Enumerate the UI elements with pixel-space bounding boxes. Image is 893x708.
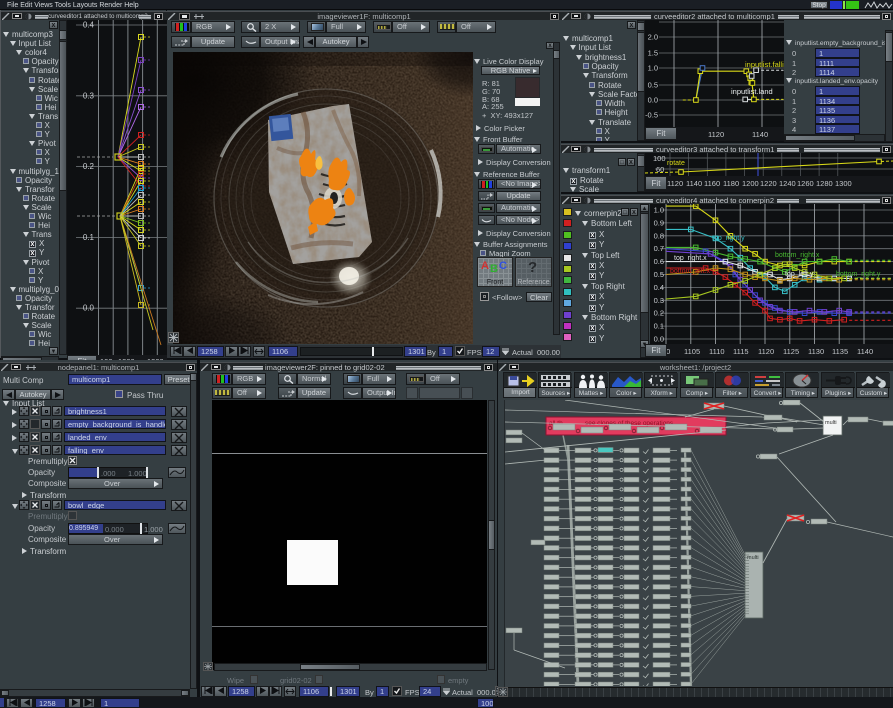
svg-text:0.2: 0.2 — [654, 309, 664, 318]
svg-text:1.0: 1.0 — [654, 206, 664, 215]
svg-text:1.5: 1.5 — [648, 49, 658, 58]
svg-text:0.6: 0.6 — [654, 257, 664, 266]
svg-text:top_right.y: top_right.y — [712, 235, 745, 242]
svg-text:rotate: rotate — [667, 160, 685, 167]
svg-text:0.5: 0.5 — [648, 81, 658, 90]
svg-text:0.5: 0.5 — [654, 270, 664, 279]
svg-text:multi: multi — [825, 420, 837, 426]
svg-text:top_right.x: top_right.x — [674, 255, 707, 262]
svg-text:0.0: 0.0 — [654, 335, 664, 344]
svg-text:bottom_left.x: bottom_left.x — [670, 268, 711, 275]
svg-text:60: 60 — [656, 165, 664, 174]
svg-text:bottom_right.y: bottom_right.y — [836, 271, 881, 278]
svg-text:0.0: 0.0 — [648, 96, 658, 105]
svg-text:0.0: 0.0 — [83, 304, 95, 313]
svg-text:0.2: 0.2 — [83, 162, 95, 171]
svg-text:0.1: 0.1 — [654, 322, 664, 331]
svg-text:0.8: 0.8 — [654, 231, 664, 240]
svg-text:0.4: 0.4 — [654, 283, 664, 292]
svg-text:1.0: 1.0 — [648, 64, 658, 73]
svg-text:100: 100 — [653, 154, 666, 163]
svg-text:bottom_right.x: bottom_right.x — [775, 252, 820, 259]
svg-text:-0.5: -0.5 — [645, 111, 658, 120]
svg-text:0.4: 0.4 — [83, 21, 95, 30]
svg-text:inputlist.land: inputlist.land — [731, 87, 773, 96]
svg-text:0.1: 0.1 — [83, 233, 95, 242]
svg-text:0.9: 0.9 — [654, 218, 664, 227]
svg-text:inputlist.fallin: inputlist.fallin — [745, 60, 784, 69]
svg-text:top_left.y: top_left.y — [785, 271, 814, 278]
svg-text:2.0: 2.0 — [648, 33, 658, 42]
svg-text:0.7: 0.7 — [654, 244, 664, 253]
svg-text:0.3: 0.3 — [654, 296, 664, 305]
svg-text:0.3: 0.3 — [83, 91, 95, 100]
